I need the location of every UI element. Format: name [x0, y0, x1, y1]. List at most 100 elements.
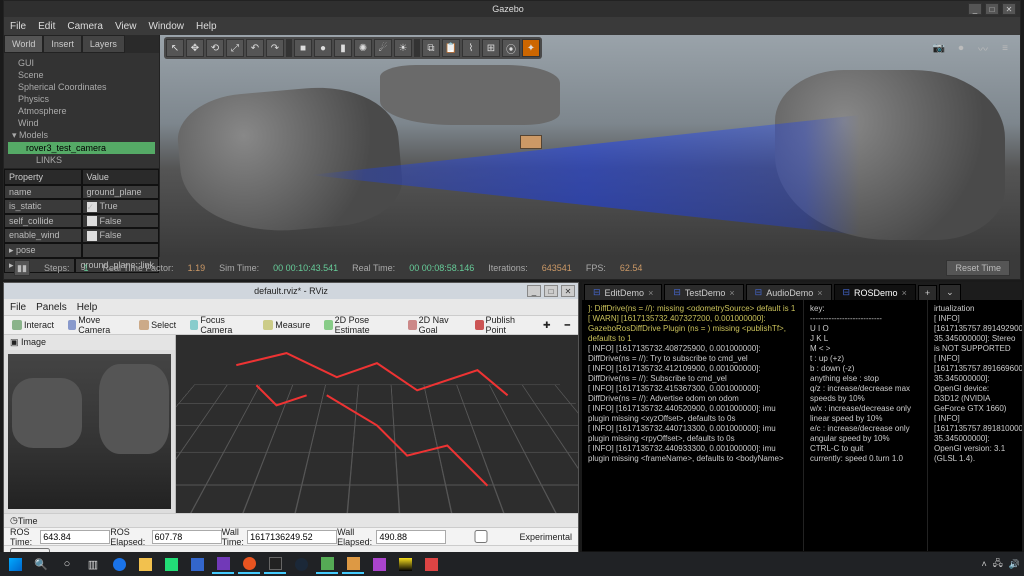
tree-wind[interactable]: Wind	[8, 117, 155, 129]
ros-elapsed-value[interactable]	[152, 530, 222, 544]
pycharm-icon[interactable]	[394, 554, 416, 574]
close-button[interactable]: ✕	[1002, 3, 1016, 15]
tree-spherical[interactable]: Spherical Coordinates	[8, 81, 155, 93]
point-light-icon[interactable]: ✺	[354, 39, 372, 57]
interact-tool[interactable]: Interact	[8, 318, 58, 332]
store-icon[interactable]	[160, 554, 182, 574]
undo-icon[interactable]: ↶	[246, 39, 264, 57]
menu-camera[interactable]: Camera	[67, 21, 103, 32]
checkbox-icon[interactable]	[87, 231, 97, 241]
record-icon[interactable]: ✦	[522, 39, 540, 57]
menu-window[interactable]: Window	[148, 21, 184, 32]
tree-gui[interactable]: GUI	[8, 57, 155, 69]
sphere-shape-icon[interactable]: ●	[314, 39, 332, 57]
menu-help[interactable]: Help	[77, 302, 98, 313]
menu-file[interactable]: File	[10, 21, 26, 32]
rotate-tool-icon[interactable]: ⟲	[206, 39, 224, 57]
experimental-checkbox[interactable]	[446, 530, 516, 543]
move-camera-tool[interactable]: Move Camera	[64, 315, 129, 335]
tab-dropdown[interactable]: ⌄	[939, 284, 961, 300]
cylinder-shape-icon[interactable]: ▮	[334, 39, 352, 57]
mail-icon[interactable]	[186, 554, 208, 574]
pose-estimate-tool[interactable]: 2D Pose Estimate	[320, 315, 398, 335]
ros-time-value[interactable]	[40, 530, 110, 544]
tray-chevron-icon[interactable]: ˄	[981, 559, 986, 569]
terminal-tab[interactable]: ⊟AudioDemo×	[746, 284, 832, 300]
minimize-button[interactable]: _	[527, 285, 541, 297]
plot-icon[interactable]: 〰	[974, 39, 992, 57]
close-icon[interactable]: ×	[729, 288, 734, 298]
reset-time-button[interactable]: Reset Time	[946, 260, 1010, 276]
rviz-task-icon[interactable]	[342, 554, 364, 574]
system-tray[interactable]: ˄ 🖧 🔊	[981, 556, 1020, 572]
publish-point-tool[interactable]: Publish Point	[471, 315, 533, 335]
redo-icon[interactable]: ↷	[266, 39, 284, 57]
nav-goal-tool[interactable]: 2D Nav Goal	[404, 315, 465, 335]
menu-panels[interactable]: Panels	[36, 302, 67, 313]
move-tool-icon[interactable]: ✥	[186, 39, 204, 57]
sidebar-tab-world[interactable]: World	[4, 35, 43, 53]
maximize-button[interactable]: □	[985, 3, 999, 15]
box-shape-icon[interactable]: ■	[294, 39, 312, 57]
tray-volume-icon[interactable]: 🔊	[1009, 559, 1020, 570]
tree-scene[interactable]: Scene	[8, 69, 155, 81]
xlaunch-icon[interactable]	[420, 554, 442, 574]
menu-view[interactable]: View	[115, 21, 137, 32]
dir-light-icon[interactable]: ☀	[394, 39, 412, 57]
screenshot-icon[interactable]: ⦿	[502, 39, 520, 57]
new-tab-button[interactable]: +	[918, 285, 937, 300]
add-tool[interactable]: ✚	[539, 318, 555, 333]
close-icon[interactable]: ×	[817, 288, 822, 298]
tree-physics[interactable]: Physics	[8, 93, 155, 105]
select-tool-icon[interactable]: ↖	[166, 39, 184, 57]
tree-atmosphere[interactable]: Atmosphere	[8, 105, 155, 117]
terminal-pane-left[interactable]: ]: DiffDrive(ns = //): missing <odometry…	[582, 300, 804, 551]
pause-button[interactable]: ▮▮	[14, 260, 30, 276]
ubuntu-icon[interactable]	[238, 554, 260, 574]
tree-links[interactable]: LINKS	[8, 154, 155, 166]
sidebar-tab-layers[interactable]: Layers	[82, 35, 125, 53]
terminal-pane-mid[interactable]: key:--------------------------- U I O J …	[804, 300, 928, 551]
prop-collide-value[interactable]: False	[82, 214, 160, 229]
prop-pose-label[interactable]: ▸ pose	[4, 243, 82, 258]
rviz-3d-viewport[interactable]	[176, 335, 578, 513]
select-tool[interactable]: Select	[135, 318, 180, 332]
wall-time-value[interactable]	[247, 530, 337, 544]
tree-models[interactable]: ▾ Models	[8, 129, 155, 142]
wall-elapsed-value[interactable]	[376, 530, 446, 544]
menu-help[interactable]: Help	[196, 21, 217, 32]
tree-selected-model[interactable]: rover3_test_camera	[8, 142, 155, 154]
link-icon[interactable]: ⌇	[462, 39, 480, 57]
video-icon[interactable]: ⏺	[952, 39, 970, 57]
gazebo-task-icon[interactable]	[316, 554, 338, 574]
app-icon[interactable]	[368, 554, 390, 574]
paste-icon[interactable]: 📋	[442, 39, 460, 57]
windows-terminal-icon[interactable]	[264, 554, 286, 574]
start-button[interactable]	[4, 554, 26, 574]
world-tree[interactable]: GUI Scene Spherical Coordinates Physics …	[4, 53, 159, 168]
terminal-tab-active[interactable]: ⊟ROSDemo×	[834, 284, 916, 300]
snap-icon[interactable]: ⊞	[482, 39, 500, 57]
prop-wind-value[interactable]: False	[82, 228, 160, 243]
checkbox-icon[interactable]	[87, 216, 97, 226]
menu-edit[interactable]: Edit	[38, 21, 55, 32]
menu-file[interactable]: File	[10, 302, 26, 313]
terminal-pane-right[interactable]: irtualization[ INFO] [1617135757.8914929…	[928, 300, 1022, 551]
maximize-button[interactable]: □	[544, 285, 558, 297]
focus-camera-tool[interactable]: Focus Camera	[186, 315, 253, 335]
checkbox-icon[interactable]: ✓	[87, 202, 97, 212]
edge-icon[interactable]	[108, 554, 130, 574]
terminal-tab[interactable]: ⊟EditDemo×	[584, 284, 662, 300]
measure-tool[interactable]: Measure	[259, 318, 314, 332]
copy-icon[interactable]: ⧉	[422, 39, 440, 57]
prop-static-value[interactable]: ✓True	[82, 199, 160, 214]
task-view-icon[interactable]: ▥	[82, 554, 104, 574]
tray-network-icon[interactable]: 🖧	[993, 556, 1003, 572]
close-icon[interactable]: ×	[902, 288, 907, 298]
camera-icon[interactable]: 📷	[930, 39, 948, 57]
scale-tool-icon[interactable]: ⤢	[226, 39, 244, 57]
terminal-tab[interactable]: ⊟TestDemo×	[664, 284, 743, 300]
minimize-button[interactable]: _	[968, 3, 982, 15]
spot-light-icon[interactable]: ☄	[374, 39, 392, 57]
remove-tool[interactable]: ━	[561, 318, 574, 333]
